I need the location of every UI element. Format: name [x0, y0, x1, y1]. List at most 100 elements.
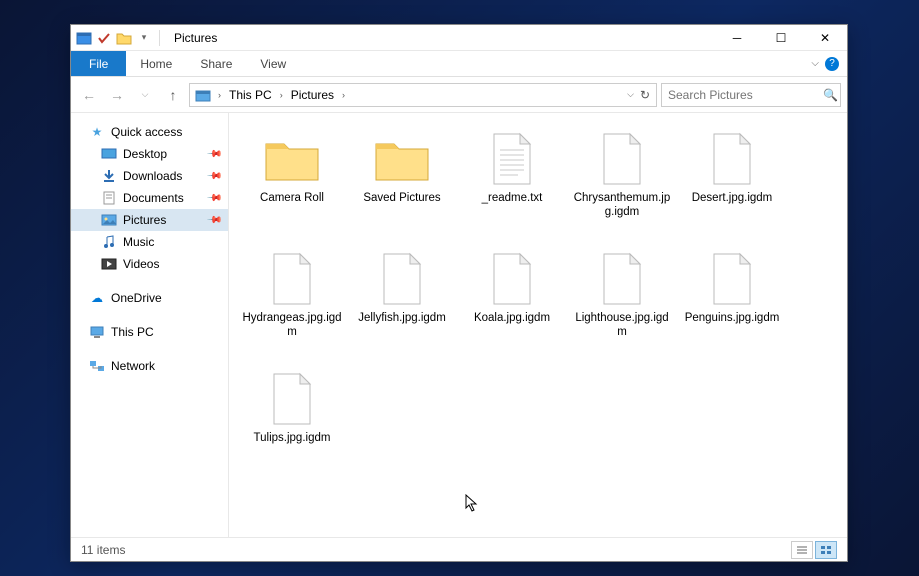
- maximize-button[interactable]: ☐: [759, 25, 803, 51]
- pictures-icon: [101, 212, 117, 228]
- file-icon: [590, 251, 654, 307]
- back-button[interactable]: ←: [77, 83, 101, 107]
- ribbon-expand-icon[interactable]: ⌵: [811, 58, 819, 69]
- folder-icon: [260, 131, 324, 187]
- sidebar-label: OneDrive: [111, 291, 162, 305]
- file-item[interactable]: Desert.jpg.igdm: [677, 125, 787, 245]
- sidebar-item-label: Downloads: [123, 169, 182, 183]
- qat-properties-icon[interactable]: [95, 29, 113, 47]
- up-button[interactable]: ↑: [161, 83, 185, 107]
- file-menu[interactable]: File: [71, 51, 126, 76]
- sidebar-item-label: Videos: [123, 257, 159, 271]
- icons-view-button[interactable]: [815, 541, 837, 559]
- file-icon: [260, 251, 324, 307]
- pin-icon: 📌: [205, 146, 222, 163]
- folder-item[interactable]: Camera Roll: [237, 125, 347, 245]
- file-item[interactable]: Tulips.jpg.igdm: [237, 365, 347, 485]
- chevron-right-icon[interactable]: ›: [338, 90, 349, 100]
- search-input[interactable]: [668, 88, 823, 102]
- item-label: _readme.txt: [482, 191, 543, 205]
- recent-dropdown-icon[interactable]: ⌵: [133, 83, 157, 107]
- sidebar-item-desktop[interactable]: Desktop 📌: [71, 143, 228, 165]
- cloud-icon: ☁: [89, 290, 105, 306]
- item-label: Jellyfish.jpg.igdm: [358, 311, 446, 325]
- item-label: Tulips.jpg.igdm: [254, 431, 331, 445]
- address-dropdown-icon[interactable]: ⌵: [627, 89, 634, 100]
- sidebar-quick-access[interactable]: ★ Quick access: [71, 121, 228, 143]
- pin-icon: 📌: [205, 190, 222, 207]
- item-label: Penguins.jpg.igdm: [685, 311, 780, 325]
- file-item[interactable]: Penguins.jpg.igdm: [677, 245, 787, 365]
- tab-home[interactable]: Home: [126, 51, 186, 76]
- window-title: Pictures: [174, 31, 217, 45]
- downloads-icon: [101, 168, 117, 184]
- file-item[interactable]: Lighthouse.jpg.igdm: [567, 245, 677, 365]
- search-box[interactable]: 🔍: [661, 83, 841, 107]
- tab-view[interactable]: View: [246, 51, 300, 76]
- search-icon[interactable]: 🔍: [823, 88, 838, 102]
- file-item[interactable]: Jellyfish.jpg.igdm: [347, 245, 457, 365]
- ribbon: File Home Share View ⌵ ?: [71, 51, 847, 77]
- sidebar-item-music[interactable]: Music: [71, 231, 228, 253]
- file-icon: [370, 251, 434, 307]
- item-label: Koala.jpg.igdm: [474, 311, 550, 325]
- tab-share[interactable]: Share: [186, 51, 246, 76]
- content-area[interactable]: Camera Roll Saved Pictures _readme.txt Chry…: [229, 113, 847, 537]
- file-icon: [700, 251, 764, 307]
- details-view-button[interactable]: [791, 541, 813, 559]
- sidebar-item-videos[interactable]: Videos: [71, 253, 228, 275]
- videos-icon: [101, 256, 117, 272]
- navbar: ← → ⌵ ↑ › This PC › Pictures › ⌵ ↻ 🔍: [71, 77, 847, 113]
- address-bar[interactable]: › This PC › Pictures › ⌵ ↻: [189, 83, 657, 107]
- file-icon: [480, 131, 544, 187]
- forward-button[interactable]: →: [105, 83, 129, 107]
- breadcrumb-thispc[interactable]: This PC: [225, 88, 276, 102]
- sidebar-item-downloads[interactable]: Downloads 📌: [71, 165, 228, 187]
- file-icon: [590, 131, 654, 187]
- file-item[interactable]: Chrysanthemum.jpg.igdm: [567, 125, 677, 245]
- network-icon: [89, 358, 105, 374]
- refresh-icon[interactable]: ↻: [640, 88, 650, 102]
- sidebar: ★ Quick access Desktop📌Downloads📌Documen…: [71, 113, 229, 537]
- pin-icon: 📌: [205, 168, 222, 185]
- app-icon: [75, 29, 93, 47]
- item-count: 11 items: [81, 543, 125, 557]
- desktop-icon: [101, 146, 117, 162]
- item-label: Camera Roll: [260, 191, 324, 205]
- item-label: Desert.jpg.igdm: [692, 191, 773, 205]
- sidebar-item-pictures[interactable]: Pictures📌: [71, 209, 228, 231]
- documents-icon: [101, 190, 117, 206]
- close-button[interactable]: ✕: [803, 25, 847, 51]
- qat-folder-icon[interactable]: [115, 29, 133, 47]
- statusbar: 11 items: [71, 537, 847, 561]
- minimize-button[interactable]: ─: [715, 25, 759, 51]
- folder-icon: [370, 131, 434, 187]
- file-item[interactable]: Hydrangeas.jpg.igdm: [237, 245, 347, 365]
- sidebar-network[interactable]: Network: [71, 355, 228, 377]
- file-icon: [480, 251, 544, 307]
- sidebar-item-label: Music: [123, 235, 154, 249]
- chevron-right-icon[interactable]: ›: [276, 90, 287, 100]
- computer-icon: [89, 324, 105, 340]
- item-label: Lighthouse.jpg.igdm: [572, 311, 672, 340]
- sidebar-thispc[interactable]: This PC: [71, 321, 228, 343]
- file-icon: [260, 371, 324, 427]
- qat-dropdown-icon[interactable]: ▾: [135, 29, 153, 47]
- item-label: Hydrangeas.jpg.igdm: [242, 311, 342, 340]
- item-label: Chrysanthemum.jpg.igdm: [572, 191, 672, 220]
- file-item[interactable]: Koala.jpg.igdm: [457, 245, 567, 365]
- breadcrumb-pictures[interactable]: Pictures: [287, 88, 338, 102]
- chevron-right-icon[interactable]: ›: [214, 90, 225, 100]
- sidebar-item-label: Pictures: [123, 213, 166, 227]
- folder-item[interactable]: Saved Pictures: [347, 125, 457, 245]
- titlebar: ▾ Pictures ─ ☐ ✕: [71, 25, 847, 51]
- sidebar-onedrive[interactable]: ☁ OneDrive: [71, 287, 228, 309]
- sidebar-label: Quick access: [111, 125, 182, 139]
- separator: [159, 30, 160, 46]
- location-icon: [194, 86, 212, 104]
- sidebar-item-documents[interactable]: Documents📌: [71, 187, 228, 209]
- music-icon: [101, 234, 117, 250]
- file-item[interactable]: _readme.txt: [457, 125, 567, 245]
- sidebar-item-label: Desktop: [123, 147, 167, 161]
- help-icon[interactable]: ?: [825, 57, 839, 71]
